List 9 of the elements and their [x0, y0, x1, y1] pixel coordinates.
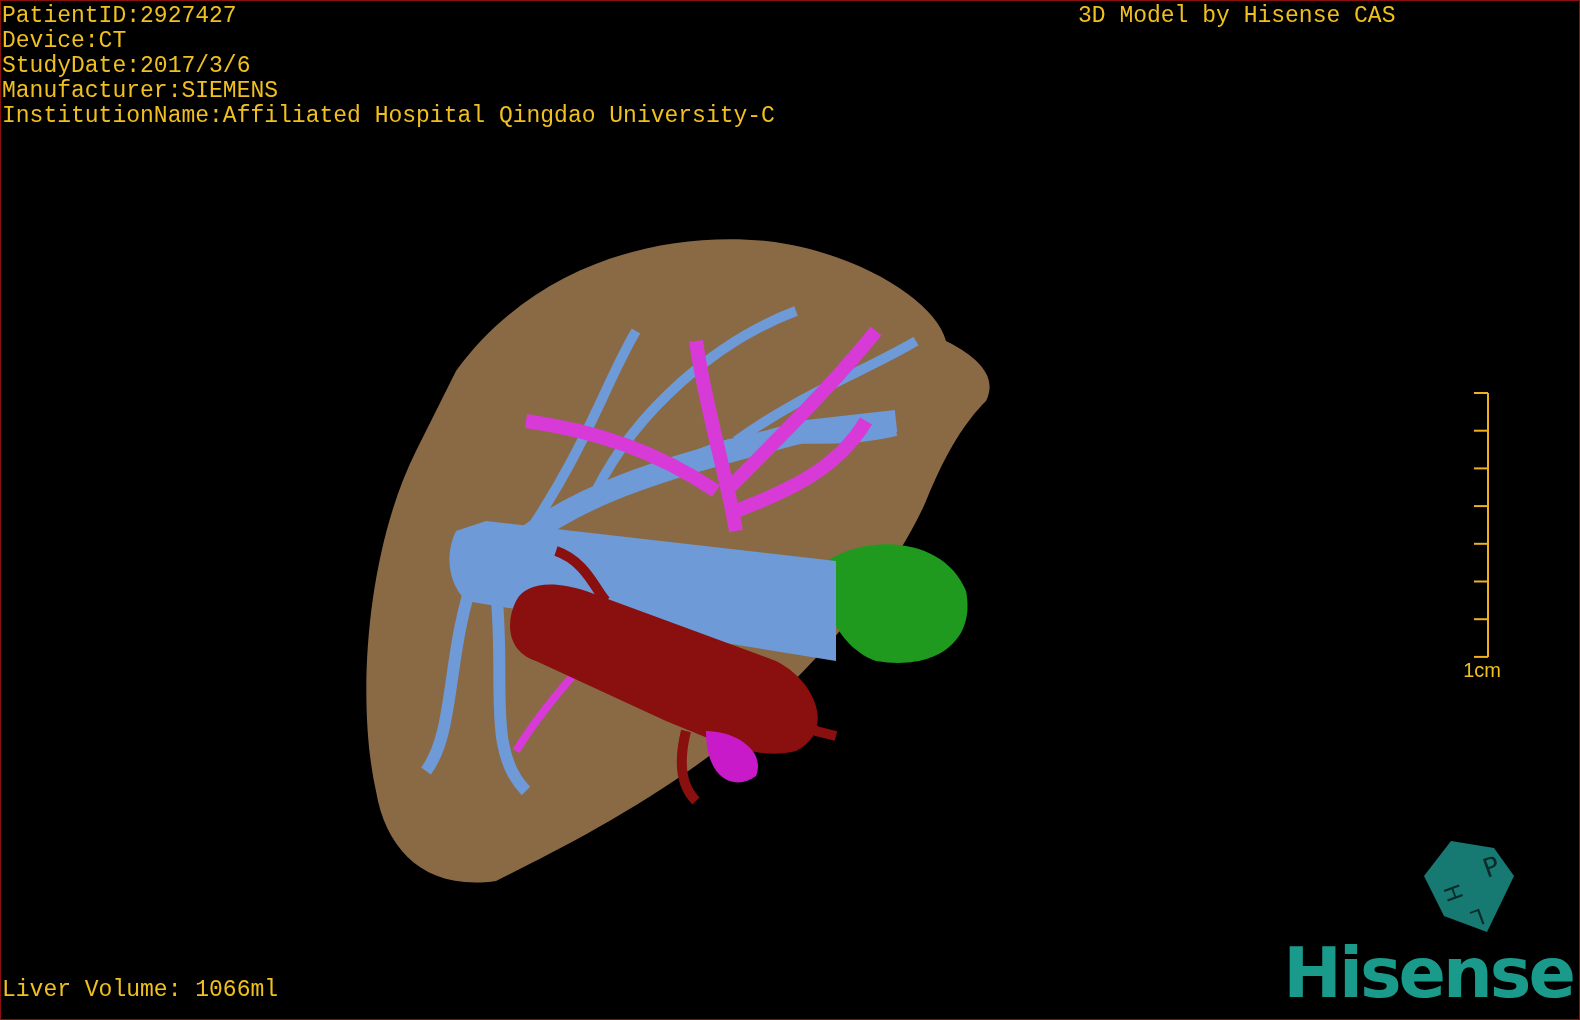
brand-logo: Hisense	[1283, 933, 1573, 1013]
study-info-text: Device:CT	[2, 29, 128, 54]
scale-label: 1cm	[1463, 658, 1501, 682]
liver-volume-text: Liver Volume: 1066ml	[2, 978, 279, 1003]
study-info-text: InstitutionName:Affiliated Hospital Qingdao University-C	[2, 104, 775, 129]
credit-text: 3D Model by Hisense CAS	[1078, 4, 1396, 29]
study-info-text: PatientID:2927427	[2, 4, 238, 29]
study-info-text: Manufacturer:SIEMENS	[2, 79, 280, 104]
study-info-text: StudyDate:2017/3/6	[2, 54, 252, 79]
